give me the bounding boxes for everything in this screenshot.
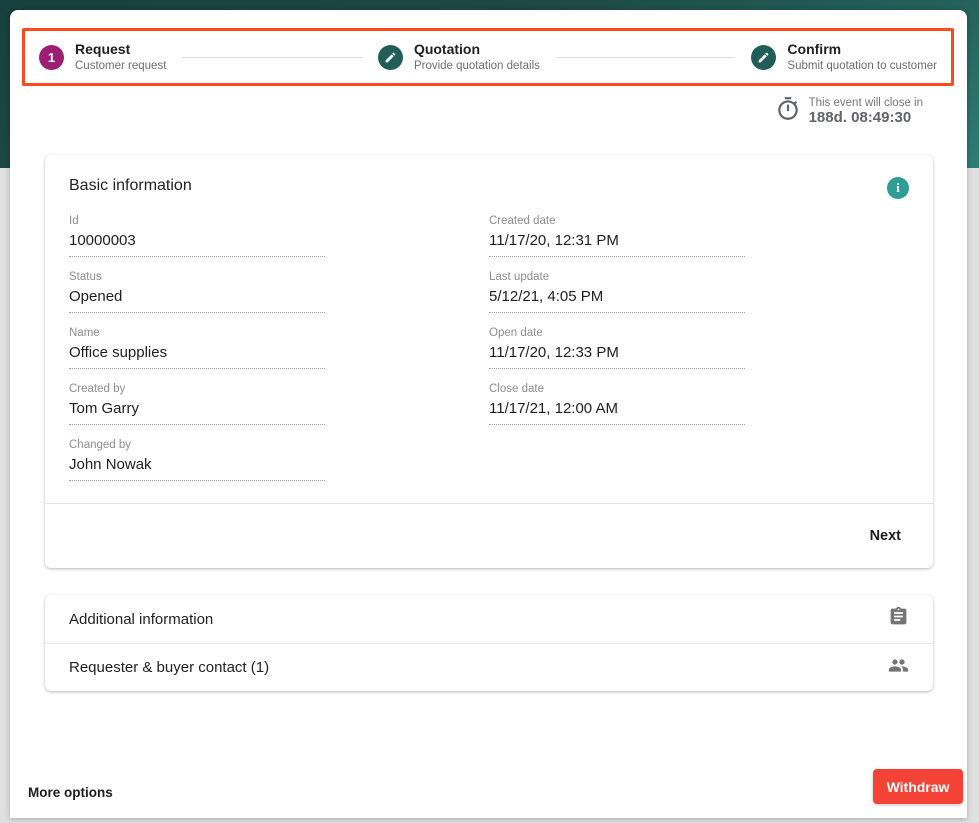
field-value: Tom Garry (69, 395, 325, 425)
field-label: Status (69, 271, 325, 283)
field-status: Status Opened (69, 271, 325, 313)
stepper-connector (556, 57, 736, 58)
stopwatch-icon (775, 96, 801, 127)
main-panel: 1 Request Customer request Quotation Pro… (10, 10, 967, 818)
sections-card: Additional information Requester & buyer… (45, 595, 933, 691)
step-2-sublabel: Provide quotation details (414, 59, 540, 73)
field-open-date: Open date 11/17/20, 12:33 PM (489, 327, 745, 369)
field-last-update: Last update 5/12/21, 4:05 PM (489, 271, 745, 313)
withdraw-button[interactable]: Withdraw (873, 769, 963, 804)
section-requester-buyer-contact[interactable]: Requester & buyer contact (1) (45, 643, 933, 691)
step-1-badge: 1 (39, 45, 64, 70)
field-label: Id (69, 215, 325, 227)
workflow-stepper-highlight: 1 Request Customer request Quotation Pro… (22, 28, 954, 86)
next-button[interactable]: Next (864, 520, 907, 552)
step-request[interactable]: 1 Request Customer request (39, 41, 166, 73)
basic-information-card: Basic information i Id 10000003 Created … (45, 155, 933, 568)
field-label: Created date (489, 215, 745, 227)
info-icon[interactable]: i (887, 177, 909, 199)
field-created-by: Created by Tom Garry (69, 383, 325, 425)
step-3-label: Confirm (787, 41, 937, 59)
card-title: Basic information (69, 177, 192, 195)
clipboard-icon (888, 606, 909, 632)
event-countdown: This event will close in 188d. 08:49:30 (775, 96, 923, 127)
field-value: 5/12/21, 4:05 PM (489, 283, 745, 313)
section-title: Additional information (69, 611, 213, 628)
edit-icon (751, 45, 776, 70)
step-confirm[interactable]: Confirm Submit quotation to customer (751, 41, 937, 73)
field-value: 10000003 (69, 227, 325, 257)
section-title: Requester & buyer contact (1) (69, 659, 269, 676)
countdown-caption: This event will close in (809, 97, 923, 109)
stepper-connector (182, 57, 362, 58)
field-changed-by: Changed by John Nowak (69, 439, 325, 481)
field-label: Close date (489, 383, 745, 395)
field-value: 11/17/20, 12:33 PM (489, 339, 745, 369)
field-label: Last update (489, 271, 745, 283)
field-created-date: Created date 11/17/20, 12:31 PM (489, 215, 745, 257)
step-3-sublabel: Submit quotation to customer (787, 59, 937, 73)
people-icon (888, 655, 909, 681)
basic-information-fields: Id 10000003 Created date 11/17/20, 12:31… (45, 205, 933, 499)
section-additional-information[interactable]: Additional information (45, 595, 933, 643)
field-name: Name Office supplies (69, 327, 325, 369)
screen: 1 Request Customer request Quotation Pro… (0, 0, 979, 823)
field-value: 11/17/20, 12:31 PM (489, 227, 745, 257)
step-1-label: Request (75, 41, 166, 59)
field-close-date: Close date 11/17/21, 12:00 AM (489, 383, 745, 425)
field-label: Changed by (69, 439, 325, 451)
field-label: Created by (69, 383, 325, 395)
edit-icon (378, 45, 403, 70)
field-label: Open date (489, 327, 745, 339)
field-id: Id 10000003 (69, 215, 325, 257)
step-quotation[interactable]: Quotation Provide quotation details (378, 41, 540, 73)
field-value: John Nowak (69, 451, 325, 481)
step-2-label: Quotation (414, 41, 540, 59)
step-1-sublabel: Customer request (75, 59, 166, 73)
field-label: Name (69, 327, 325, 339)
more-options-button[interactable]: More options (28, 785, 113, 800)
field-value: Opened (69, 283, 325, 313)
countdown-value: 188d. 08:49:30 (809, 109, 923, 126)
field-value: Office supplies (69, 339, 325, 369)
field-value: 11/17/21, 12:00 AM (489, 395, 745, 425)
